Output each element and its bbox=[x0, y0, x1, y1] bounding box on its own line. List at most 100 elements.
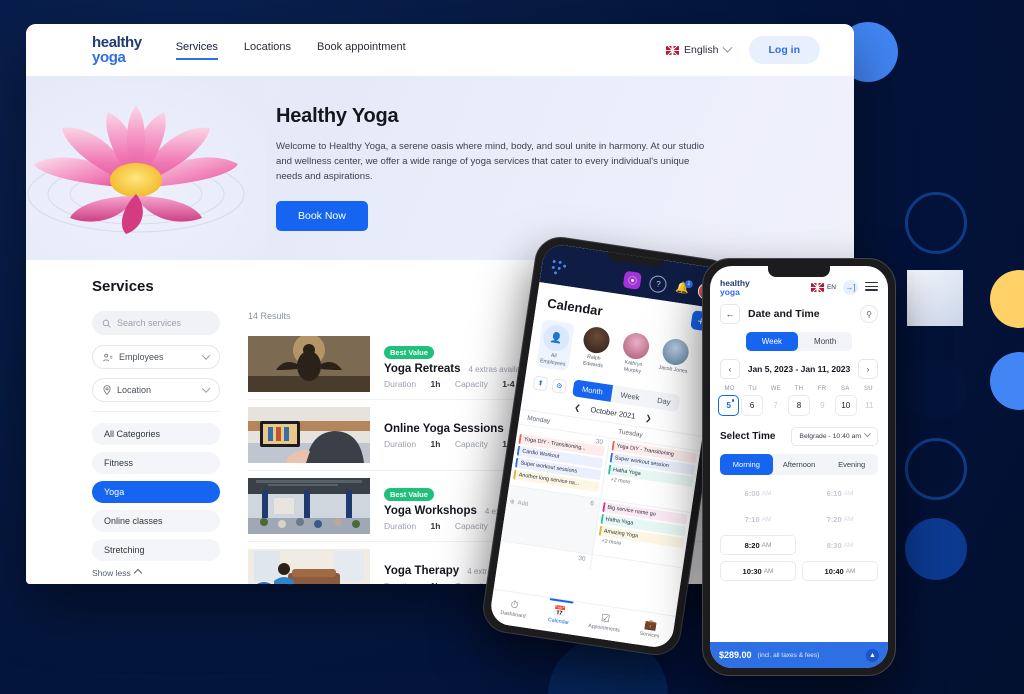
service-info: Best Value Yoga Retreats 4 extras availa… bbox=[384, 340, 531, 389]
employees-filter-label: Employees bbox=[119, 352, 164, 362]
logo-text-yoga: yoga bbox=[720, 286, 740, 297]
share-icon[interactable]: ⦿ bbox=[622, 270, 643, 290]
search-input[interactable]: Search services bbox=[92, 311, 220, 335]
timezone-label: Belgrade - 10:40 am bbox=[799, 433, 861, 440]
workshop-hall-photo bbox=[248, 478, 370, 534]
category-yoga[interactable]: Yoga bbox=[92, 481, 220, 503]
weekday-we: WE bbox=[770, 386, 781, 392]
service-thumbnail bbox=[248, 549, 370, 584]
scroll-fade bbox=[710, 626, 888, 642]
duration-label: Duration bbox=[384, 439, 417, 449]
book-now-button[interactable]: Book Now bbox=[276, 200, 368, 231]
employee-kathryn-murphy[interactable]: Kathryn Murphy bbox=[616, 331, 654, 376]
part-evening[interactable]: Evening bbox=[825, 454, 878, 475]
app-logo-dots-icon[interactable] bbox=[551, 259, 567, 276]
avatar bbox=[581, 325, 612, 355]
language-selector[interactable]: EN bbox=[810, 283, 836, 292]
category-fitness[interactable]: Fitness bbox=[92, 452, 220, 474]
hero-text-block: Healthy Yoga Welcome to Healthy Yoga, a … bbox=[266, 105, 746, 231]
previous-week-button[interactable]: ‹ bbox=[720, 359, 740, 379]
slot-meridiem: AM bbox=[843, 489, 854, 497]
day-button-10[interactable]: 10 bbox=[835, 395, 857, 416]
duration-label: Duration bbox=[384, 378, 417, 389]
nav-link-book-appointment[interactable]: Book appointment bbox=[317, 41, 406, 60]
category-all-categories[interactable]: All Categories bbox=[92, 423, 220, 445]
page-title: Date and Time bbox=[748, 308, 820, 320]
help-icon[interactable]: ? bbox=[648, 273, 669, 294]
time-slot bbox=[720, 587, 796, 607]
tab-appointments[interactable]: ☑ Appointments bbox=[580, 603, 630, 642]
time-slot: 6:10 AM bbox=[802, 483, 878, 503]
navbar-right: English Log in bbox=[666, 36, 820, 64]
duration-label: Duration bbox=[384, 581, 416, 584]
notifications-bell-icon[interactable]: 🔔 1 bbox=[675, 279, 694, 295]
site-logo[interactable]: healthy yoga bbox=[92, 35, 142, 65]
language-label: English bbox=[684, 44, 719, 56]
part-afternoon[interactable]: Afternoon bbox=[773, 454, 826, 475]
duration-label: Duration bbox=[384, 520, 417, 531]
view-mode-week[interactable]: Week bbox=[745, 332, 799, 351]
day-number-row: 5 6 7 8 9 10 11 bbox=[710, 392, 888, 425]
phone-logo[interactable]: healthy yoga bbox=[720, 279, 750, 296]
status-badge: Best Value bbox=[384, 487, 434, 501]
uk-flag-icon bbox=[810, 283, 824, 292]
tab-services[interactable]: 💼 Services bbox=[625, 610, 675, 649]
chevron-down-icon bbox=[201, 384, 211, 393]
search-icon[interactable]: ⚲ bbox=[860, 305, 878, 323]
employee-name: All Employees bbox=[539, 352, 566, 368]
price-summary-bar[interactable]: $289.00 (incl. all taxes & fees) ▲ bbox=[710, 642, 888, 668]
nav-link-locations[interactable]: Locations bbox=[244, 41, 291, 60]
service-name: Yoga Therapy bbox=[384, 565, 460, 577]
language-selector[interactable]: English bbox=[666, 42, 732, 56]
select-time-row: Select Time Belgrade - 10:40 am bbox=[710, 425, 888, 454]
employee-ralph-edwards[interactable]: Ralph Edwards bbox=[577, 325, 615, 370]
price-note: (incl. all taxes & fees) bbox=[757, 651, 820, 659]
slot-time: 7:20 bbox=[826, 514, 842, 524]
menu-icon[interactable] bbox=[865, 281, 878, 294]
day-button-6[interactable]: 6 bbox=[741, 395, 763, 416]
expand-up-icon[interactable]: ▲ bbox=[866, 648, 879, 662]
next-month-button[interactable]: ❯ bbox=[645, 413, 653, 423]
weekday-mo: MO bbox=[724, 386, 735, 392]
employees-filter[interactable]: Employees bbox=[92, 345, 220, 369]
notification-badge: 1 bbox=[684, 279, 694, 289]
slot-meridiem: AM bbox=[761, 489, 772, 497]
nav-link-services[interactable]: Services bbox=[175, 41, 218, 60]
employee-jacob-jones[interactable]: Jacob Jones bbox=[657, 337, 694, 376]
category-stretching[interactable]: Stretching bbox=[92, 539, 220, 561]
time-slot[interactable]: 10:30 AM bbox=[720, 561, 796, 581]
time-slot bbox=[802, 587, 878, 607]
previous-month-button[interactable]: ❮ bbox=[574, 403, 582, 413]
time-slot[interactable]: 10:40 AM bbox=[802, 561, 878, 581]
tab-calendar[interactable]: 📅 Calendar bbox=[534, 596, 584, 635]
next-week-button[interactable]: › bbox=[858, 359, 878, 379]
day-button-5[interactable]: 5 bbox=[718, 395, 740, 416]
time-slot[interactable]: 8:20 AM bbox=[720, 535, 796, 555]
gear-icon[interactable]: ⚙ bbox=[551, 377, 568, 394]
category-online-classes[interactable]: Online classes bbox=[92, 510, 220, 532]
hero-section: Healthy Yoga Welcome to Healthy Yoga, a … bbox=[26, 76, 854, 260]
decor-circle-blue bbox=[990, 352, 1024, 410]
login-icon[interactable]: →] bbox=[843, 280, 858, 295]
view-mode-month[interactable]: Month bbox=[798, 332, 853, 351]
phone-page-header: ← Date and Time ⚲ bbox=[710, 302, 888, 332]
login-button[interactable]: Log in bbox=[748, 36, 820, 64]
time-slot: 7:10 AM bbox=[720, 509, 796, 529]
service-thumbnail bbox=[248, 407, 370, 463]
employee-name: Ralph Edwards bbox=[582, 353, 604, 369]
part-morning[interactable]: Morning bbox=[720, 454, 773, 475]
export-icon[interactable]: ⬆ bbox=[532, 374, 549, 391]
phone-header-right: EN →] bbox=[810, 280, 878, 295]
tab-dashboard[interactable]: ⏱ Dashboard bbox=[489, 590, 539, 629]
back-arrow-icon[interactable]: ← bbox=[720, 304, 740, 324]
employee-all[interactable]: 👤 All Employees bbox=[535, 319, 575, 372]
day-button-8[interactable]: 8 bbox=[788, 395, 810, 416]
avatar bbox=[621, 331, 651, 361]
slot-time: 8:20 bbox=[744, 540, 760, 550]
decor-circle-dark bbox=[905, 358, 967, 420]
location-filter[interactable]: Location bbox=[92, 378, 220, 402]
show-less-toggle[interactable]: Show less bbox=[92, 568, 220, 578]
meditation-silhouette bbox=[248, 334, 370, 392]
main-nav-links: Services Locations Book appointment bbox=[175, 41, 406, 60]
timezone-selector[interactable]: Belgrade - 10:40 am bbox=[791, 427, 878, 446]
